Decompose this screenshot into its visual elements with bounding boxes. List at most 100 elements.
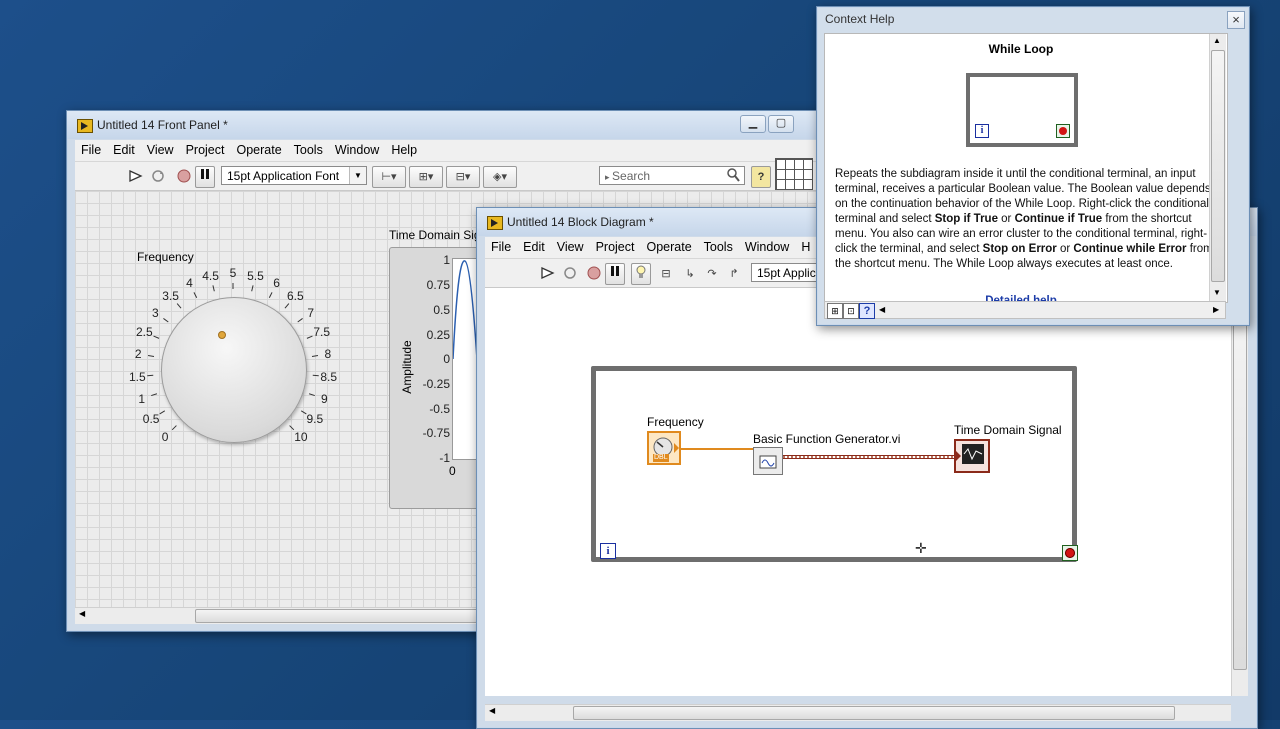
block-diagram-horizontal-scrollbar[interactable]: ◀ [485, 704, 1231, 721]
knob-scale-label: 1.5 [122, 371, 152, 383]
run-continuously-icon[interactable] [147, 166, 169, 188]
menu-operate[interactable]: Operate [230, 140, 287, 157]
minimize-button[interactable]: ▁ [740, 115, 766, 133]
align-objects-icon[interactable]: ⊢▾ [372, 166, 406, 188]
help-heading: While Loop [825, 42, 1217, 56]
help-bottom-bar: ⊞ ⊡ ? ◀ ▶ [824, 301, 1226, 319]
knob-scale-label: 9.5 [300, 413, 330, 425]
scrollbar-thumb[interactable] [1211, 50, 1225, 282]
scroll-up-icon[interactable]: ▲ [1213, 36, 1221, 45]
help-text: or [1057, 243, 1074, 255]
font-selector[interactable]: 15pt Application Font ▼ [221, 166, 367, 185]
waveform-wire[interactable] [783, 455, 955, 459]
menu-help[interactable]: H [795, 237, 816, 254]
vi-connector-pane-icon[interactable] [775, 158, 813, 190]
menu-view[interactable]: View [141, 140, 180, 157]
menu-tools[interactable]: Tools [698, 237, 739, 254]
stop-icon [1056, 124, 1070, 138]
numeric-wire[interactable] [681, 448, 753, 450]
ytick: -0.5 [429, 402, 450, 416]
menu-edit[interactable]: Edit [517, 237, 551, 254]
distribute-objects-icon[interactable]: ⊞▾ [409, 166, 443, 188]
abort-execution-icon[interactable] [173, 166, 195, 188]
search-input[interactable]: ▸ Search [599, 166, 745, 185]
frequency-control-terminal[interactable]: DBL [647, 431, 681, 465]
resize-objects-icon[interactable]: ⊟▾ [446, 166, 480, 188]
menu-window[interactable]: Window [739, 237, 795, 254]
maximize-button[interactable]: ▢ [768, 115, 794, 133]
front-panel-menubar: FileEditViewProjectOperateToolsWindowHel… [75, 140, 819, 162]
run-continuously-icon[interactable] [559, 263, 581, 285]
pause-button[interactable] [195, 166, 215, 188]
iteration-terminal-label: i [606, 545, 609, 557]
menu-file[interactable]: File [75, 140, 107, 157]
menu-tools[interactable]: Tools [288, 140, 329, 157]
dbl-type-label: DBL [653, 454, 669, 462]
labview-vi-icon [487, 216, 503, 230]
run-arrow-icon[interactable] [537, 263, 559, 285]
abort-execution-icon[interactable] [583, 263, 605, 285]
reorder-icon[interactable]: ◈▾ [483, 166, 517, 188]
front-panel-titlebar[interactable]: Untitled 14 Front Panel * ▁ ▢ [67, 111, 827, 139]
menu-project[interactable]: Project [590, 237, 641, 254]
menu-help[interactable]: Help [385, 140, 423, 157]
block-diagram-canvas[interactable]: i Frequency DBL Basic Function Generator… [485, 288, 1231, 696]
menu-operate[interactable]: Operate [640, 237, 697, 254]
help-vertical-scrollbar[interactable]: ▲ ▼ [1209, 34, 1226, 302]
time-domain-signal-terminal[interactable] [954, 439, 990, 473]
scroll-right-icon[interactable]: ▶ [1213, 305, 1219, 314]
context-help-icon[interactable]: ? [751, 166, 771, 188]
knob-scale-label: 3 [140, 307, 170, 319]
basic-function-generator-node[interactable] [753, 447, 783, 475]
menu-view[interactable]: View [551, 237, 590, 254]
close-icon: × [1232, 12, 1240, 27]
ytick: 0.75 [427, 278, 450, 292]
step-out-icon[interactable]: ↱ [723, 263, 745, 285]
while-loop-diagram-icon: i [966, 73, 1078, 147]
font-selector-value: 15pt Applic [757, 266, 816, 280]
scroll-down-icon[interactable]: ▼ [1213, 288, 1221, 297]
iteration-terminal-label: i [981, 125, 984, 136]
conditional-stop-terminal[interactable] [1062, 545, 1078, 561]
knob-scale-label: 6 [262, 277, 292, 289]
menu-window[interactable]: Window [329, 140, 385, 157]
step-into-icon[interactable]: ↳ [679, 263, 701, 285]
scrollbar-thumb[interactable] [573, 706, 1175, 720]
help-content: While Loop i Repeats the subdiagram insi… [824, 33, 1228, 303]
block-diagram-title: Untitled 14 Block Diagram * [507, 215, 654, 229]
run-arrow-icon[interactable] [125, 166, 147, 188]
detailed-help-icon[interactable]: ? [859, 303, 875, 319]
iteration-terminal-icon: i [975, 124, 989, 138]
show-optional-terminals-icon[interactable]: ⊞ [827, 303, 843, 319]
knob-scale-label: 0 [150, 431, 180, 443]
help-emphasis: Continue while Error [1073, 243, 1186, 255]
context-help-window: Context Help × While Loop i Repeats the … [816, 6, 1250, 326]
graph-terminal-icon [956, 441, 988, 471]
help-emphasis: Stop on Error [983, 243, 1057, 255]
menu-project[interactable]: Project [180, 140, 231, 157]
lock-icon[interactable]: ⊡ [843, 303, 859, 319]
retain-wire-values-icon[interactable]: ⊟ [655, 263, 677, 285]
knob-scale-label: 7.5 [307, 326, 337, 338]
pause-button[interactable] [605, 263, 625, 285]
stop-icon [1065, 548, 1075, 558]
close-button[interactable]: × [1227, 11, 1245, 29]
scroll-left-icon[interactable]: ◀ [489, 706, 495, 715]
menu-file[interactable]: File [485, 237, 517, 254]
scroll-left-icon[interactable]: ◀ [79, 609, 85, 618]
knob-scale-label: 6.5 [280, 290, 310, 302]
search-placeholder: Search [612, 169, 650, 183]
iteration-terminal[interactable]: i [600, 543, 616, 559]
highlight-execution-icon[interactable] [631, 263, 651, 285]
block-diagram-vertical-scrollbar[interactable] [1231, 288, 1248, 696]
time-domain-signal-label: Time Domain Signal [954, 423, 1062, 437]
knob-scale-label: 8 [313, 348, 343, 360]
step-over-icon[interactable]: ↷ [701, 263, 723, 285]
scroll-left-icon[interactable]: ◀ [879, 305, 885, 314]
scrollbar-thumb[interactable] [1233, 308, 1247, 670]
knob-scale-label: 2.5 [129, 326, 159, 338]
knob-scale-label: 8.5 [314, 371, 344, 383]
context-help-title: Context Help [825, 12, 894, 26]
y-axis-ticks: 1 0.75 0.5 0.25 0 -0.25 -0.5 -0.75 -1 [410, 248, 450, 478]
menu-edit[interactable]: Edit [107, 140, 141, 157]
